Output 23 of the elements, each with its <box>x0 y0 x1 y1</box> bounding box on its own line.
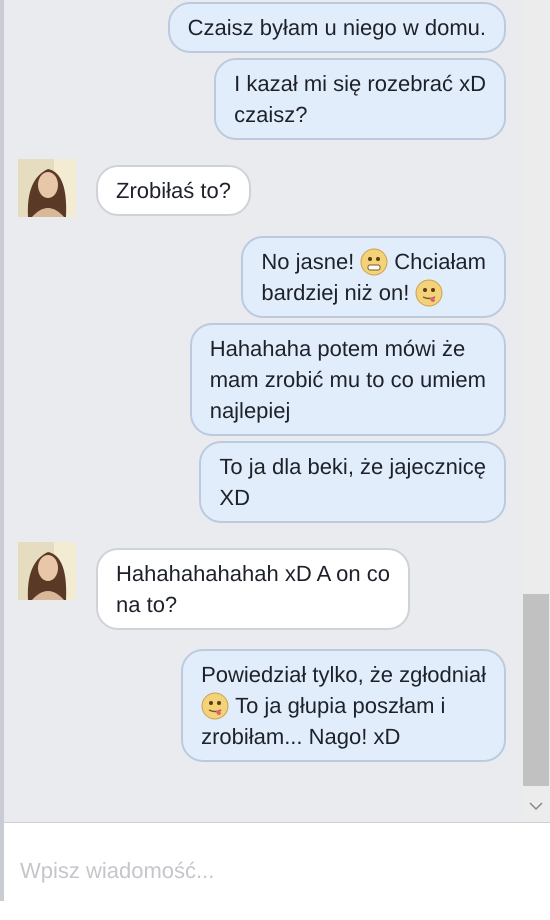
message-text: Hahahahahahah xD A on co <box>116 560 390 588</box>
message-text: najlepiej <box>210 397 290 425</box>
message-text: mam zrobić mu to co umiem <box>210 366 486 394</box>
message-text: na to? <box>116 591 178 619</box>
message-text: To ja głupia poszłam i <box>235 692 446 720</box>
message-text: I kazał mi się rozebrać xD <box>234 70 486 98</box>
message-text: No jasne! <box>261 248 354 276</box>
message-text: Chciałam <box>394 248 486 276</box>
message-text: zrobiłam... Nago! xD <box>201 723 400 751</box>
chevron-down-icon[interactable] <box>529 802 543 810</box>
message-text: Powiedział tylko, że zgłodniał <box>201 661 486 689</box>
tongue-out-face-icon <box>415 278 444 306</box>
grinning-face-icon <box>360 248 388 276</box>
message-text: XD <box>219 484 250 512</box>
message-text: czaisz? <box>234 101 308 129</box>
scrollbar-thumb[interactable] <box>523 594 549 786</box>
message-text: Czaisz byłam u niego w domu. <box>188 14 486 42</box>
message-text: Hahahaha potem mówi że <box>210 335 466 363</box>
tongue-out-face-icon <box>201 692 230 720</box>
message-text: Zrobiłaś to? <box>116 177 231 205</box>
message-input-field[interactable]: Wpisz wiadomość... <box>0 822 550 901</box>
message-text: bardziej niż on! <box>261 279 410 307</box>
message-text: To ja dla beki, że jajecznicę <box>219 453 486 481</box>
